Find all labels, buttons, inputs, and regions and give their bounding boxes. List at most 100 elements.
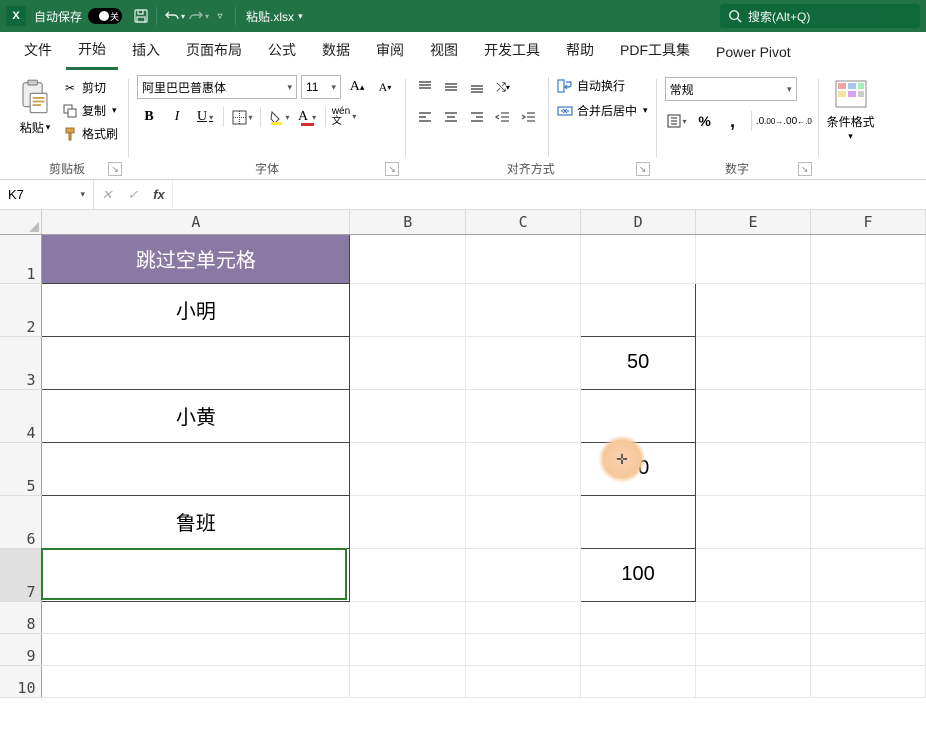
dialog-launcher-icon[interactable]: ↘ <box>636 162 650 176</box>
cell[interactable] <box>581 665 696 697</box>
redo-button[interactable] <box>185 5 207 27</box>
cell[interactable] <box>581 495 696 548</box>
dialog-launcher-icon[interactable]: ↘ <box>108 162 122 176</box>
cell[interactable] <box>466 336 581 389</box>
cell[interactable] <box>466 633 581 665</box>
cell[interactable] <box>350 283 466 336</box>
cell[interactable] <box>350 495 466 548</box>
cell[interactable] <box>811 495 926 548</box>
row-header[interactable]: 6 <box>0 495 42 548</box>
cell[interactable] <box>811 633 926 665</box>
row-header[interactable]: 1 <box>0 234 42 283</box>
align-middle-icon[interactable] <box>440 77 462 97</box>
bold-button[interactable]: B <box>137 105 161 129</box>
cell[interactable] <box>696 633 811 665</box>
cell[interactable] <box>350 336 466 389</box>
row-header[interactable]: 5 <box>0 442 42 495</box>
row-header[interactable]: 2 <box>0 283 42 336</box>
tab-insert[interactable]: 插入 <box>120 33 172 70</box>
col-header[interactable]: D <box>581 210 696 234</box>
cell[interactable]: 跳过空单元格 <box>42 234 350 283</box>
fx-icon[interactable]: fx <box>146 180 172 209</box>
tab-formulas[interactable]: 公式 <box>256 33 308 70</box>
cut-button[interactable]: ✂剪切 <box>60 77 120 98</box>
decrease-font-icon[interactable]: A▾ <box>373 75 397 99</box>
increase-indent-icon[interactable] <box>518 107 540 127</box>
cell[interactable] <box>696 601 811 633</box>
cell[interactable] <box>811 548 926 601</box>
cell[interactable] <box>42 665 350 697</box>
cell[interactable] <box>696 389 811 442</box>
cell[interactable] <box>42 633 350 665</box>
tab-home[interactable]: 开始 <box>66 32 118 70</box>
font-size-combo[interactable]: 11▾ <box>301 75 341 99</box>
tab-data[interactable]: 数据 <box>310 33 362 70</box>
borders-button[interactable]: ▾ <box>230 105 254 129</box>
tab-view[interactable]: 视图 <box>418 33 470 70</box>
cell[interactable] <box>811 601 926 633</box>
col-header[interactable]: B <box>350 210 466 234</box>
autosave-toggle[interactable]: 自动保存 关 <box>34 8 122 25</box>
comma-icon[interactable]: , <box>721 109 745 133</box>
tab-pdf[interactable]: PDF工具集 <box>608 33 702 70</box>
cell[interactable] <box>350 665 466 697</box>
tab-help[interactable]: 帮助 <box>554 33 606 70</box>
cell[interactable]: 90 <box>581 442 696 495</box>
row-header[interactable]: 8 <box>0 601 42 633</box>
qat-customize[interactable]: ▿ <box>209 5 231 27</box>
cancel-icon[interactable]: ✕ <box>94 180 120 209</box>
col-header[interactable]: A <box>42 210 350 234</box>
search-box[interactable]: 搜索(Alt+Q) <box>720 4 920 28</box>
cell[interactable] <box>811 283 926 336</box>
cell[interactable] <box>350 234 466 283</box>
cell[interactable] <box>696 495 811 548</box>
cell[interactable] <box>350 633 466 665</box>
cell[interactable] <box>811 665 926 697</box>
font-color-button[interactable]: A▾ <box>295 105 319 129</box>
number-format-combo[interactable]: 常规▾ <box>665 77 797 101</box>
select-all-corner[interactable] <box>0 210 42 234</box>
undo-button[interactable] <box>161 5 183 27</box>
cell[interactable] <box>466 442 581 495</box>
format-painter-button[interactable]: 格式刷 <box>60 123 120 144</box>
cell[interactable] <box>350 548 466 601</box>
cell[interactable] <box>696 548 811 601</box>
phonetic-button[interactable]: wén文▾ <box>332 105 356 129</box>
cell[interactable]: 小明 <box>42 283 350 336</box>
copy-button[interactable]: 复制▾ <box>60 100 120 121</box>
file-name[interactable]: 粘贴.xlsx ▾ <box>246 8 303 25</box>
col-header[interactable]: F <box>811 210 926 234</box>
wrap-text-button[interactable]: 自动换行 <box>557 77 648 94</box>
dialog-launcher-icon[interactable]: ↘ <box>385 162 399 176</box>
cell[interactable] <box>466 495 581 548</box>
cell[interactable] <box>466 601 581 633</box>
cell[interactable] <box>581 633 696 665</box>
row-header[interactable]: 4 <box>0 389 42 442</box>
cell[interactable] <box>696 283 811 336</box>
formula-input[interactable] <box>172 180 926 209</box>
tab-review[interactable]: 审阅 <box>364 33 416 70</box>
increase-font-icon[interactable]: A▴ <box>345 75 369 99</box>
align-center-icon[interactable] <box>440 107 462 127</box>
name-box[interactable]: K7▾ <box>0 180 94 209</box>
italic-button[interactable]: I <box>165 105 189 129</box>
cell[interactable]: 小黄 <box>42 389 350 442</box>
accounting-format-icon[interactable]: ▾ <box>665 109 689 133</box>
cell[interactable] <box>42 442 350 495</box>
orientation-icon[interactable]: ⤭▾ <box>492 77 514 97</box>
tab-layout[interactable]: 页面布局 <box>174 33 254 70</box>
cell[interactable] <box>466 665 581 697</box>
row-header[interactable]: 10 <box>0 665 42 697</box>
cell[interactable] <box>466 234 581 283</box>
cell[interactable] <box>466 548 581 601</box>
cell[interactable] <box>581 601 696 633</box>
cell[interactable] <box>466 283 581 336</box>
font-name-combo[interactable]: 阿里巴巴普惠体▾ <box>137 75 297 99</box>
tab-powerpivot[interactable]: Power Pivot <box>704 37 803 70</box>
cell[interactable] <box>42 548 350 601</box>
save-icon[interactable] <box>130 5 152 27</box>
cell[interactable]: 100 <box>581 548 696 601</box>
cell[interactable] <box>696 442 811 495</box>
decrease-decimal-icon[interactable]: .00←.0 <box>786 109 810 133</box>
dialog-launcher-icon[interactable]: ↘ <box>798 162 812 176</box>
